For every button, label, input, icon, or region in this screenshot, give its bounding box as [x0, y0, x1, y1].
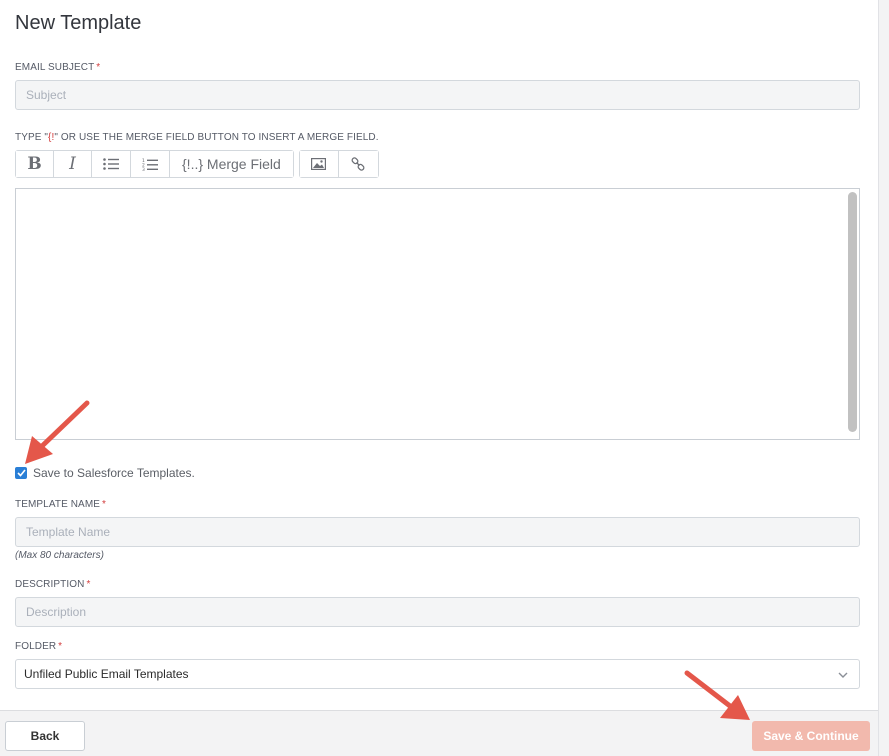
insert-image-button[interactable]: [299, 151, 339, 177]
template-name-label: TEMPLATE NAME *: [15, 499, 106, 510]
description-label: DESCRIPTION *: [15, 579, 90, 590]
bulleted-list-icon: [103, 158, 119, 170]
merge-hint-prefix: TYPE ": [15, 132, 49, 143]
save-to-templates-label: Save to Salesforce Templates.: [33, 466, 195, 480]
insert-link-button[interactable]: [338, 151, 378, 177]
chevron-down-icon: [838, 672, 848, 678]
folder-label: FOLDER *: [15, 641, 62, 652]
insert-button-group: [298, 150, 379, 178]
link-icon: [351, 157, 365, 171]
description-label-text: DESCRIPTION: [15, 579, 85, 590]
save-continue-button[interactable]: Save & Continue: [752, 721, 870, 751]
editor-toolbar: B I 1 2 3 {!..} Merge Field: [15, 150, 379, 178]
numbered-list-icon: 1 2 3: [142, 158, 158, 171]
format-button-group: B I 1 2 3 {!..} Merge Field: [15, 150, 294, 178]
bold-button[interactable]: B: [16, 151, 54, 177]
email-subject-label-text: EMAIL SUBJECT: [15, 62, 95, 73]
email-body-editor[interactable]: [15, 188, 860, 440]
email-subject-input[interactable]: [15, 80, 860, 110]
annotation-arrow-icon: [25, 400, 90, 464]
merge-field-button[interactable]: {!..} Merge Field: [170, 151, 293, 177]
email-subject-label: EMAIL SUBJECT *: [15, 62, 100, 73]
merge-field-hint: TYPE "{!" OR USE THE MERGE FIELD BUTTON …: [15, 132, 379, 143]
page-title: New Template: [15, 12, 142, 34]
folder-label-text: FOLDER: [15, 641, 57, 652]
folder-selected-value: Unfiled Public Email Templates: [24, 667, 189, 681]
editor-scrollbar-thumb[interactable]: [848, 192, 857, 432]
numbered-list-button[interactable]: 1 2 3: [131, 151, 170, 177]
required-marker: *: [102, 499, 107, 510]
merge-hint-suffix: " OR USE THE MERGE FIELD BUTTON TO INSER…: [54, 132, 379, 143]
annotation-arrow-icon: [684, 670, 750, 720]
template-name-label-text: TEMPLATE NAME: [15, 499, 101, 510]
svg-text:3: 3: [142, 167, 145, 171]
bulleted-list-button[interactable]: [92, 151, 131, 177]
save-to-templates-checkbox[interactable]: [15, 467, 27, 479]
template-name-input[interactable]: [15, 517, 860, 547]
image-icon: [311, 158, 327, 170]
scrollbar-track[interactable]: [878, 0, 889, 756]
description-input[interactable]: [15, 597, 860, 627]
italic-button[interactable]: I: [54, 151, 92, 177]
save-to-templates-row[interactable]: Save to Salesforce Templates.: [15, 466, 195, 480]
back-button[interactable]: Back: [5, 721, 85, 751]
template-name-hint: (Max 80 characters): [15, 550, 104, 561]
required-marker: *: [96, 62, 101, 73]
checkmark-icon: [16, 469, 26, 477]
required-marker: *: [86, 579, 91, 590]
required-marker: *: [58, 641, 63, 652]
